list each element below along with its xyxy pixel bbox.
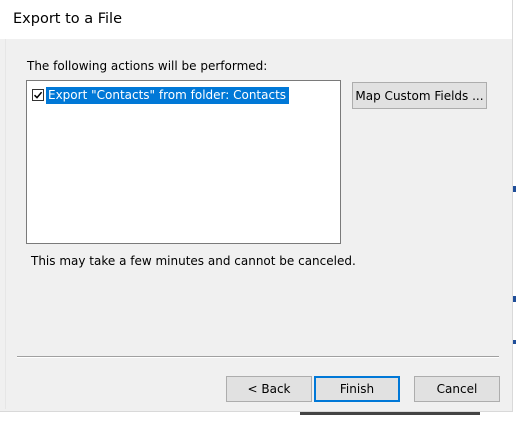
map-custom-fields-button[interactable]: Map Custom Fields ... bbox=[352, 82, 487, 109]
action-label: Export "Contacts" from folder: Contacts bbox=[46, 86, 290, 104]
finish-button[interactable]: Finish bbox=[314, 376, 400, 402]
action-checkbox[interactable] bbox=[32, 89, 44, 101]
divider bbox=[17, 356, 499, 357]
list-item[interactable]: Export "Contacts" from folder: Contacts bbox=[32, 86, 290, 104]
cancel-button[interactable]: Cancel bbox=[414, 376, 500, 402]
checkmark-icon bbox=[33, 91, 43, 99]
warning-notice: This may take a few minutes and cannot b… bbox=[31, 254, 356, 268]
actions-list[interactable]: Export "Contacts" from folder: Contacts bbox=[26, 80, 341, 244]
dialog-title: Export to a File bbox=[13, 11, 122, 27]
title-bar[interactable]: Export to a File bbox=[0, 0, 512, 39]
actions-heading: The following actions will be performed: bbox=[27, 59, 268, 73]
background-fragment bbox=[300, 412, 480, 415]
export-dialog: Export to a File The following actions w… bbox=[0, 0, 513, 412]
back-button[interactable]: < Back bbox=[226, 376, 312, 402]
